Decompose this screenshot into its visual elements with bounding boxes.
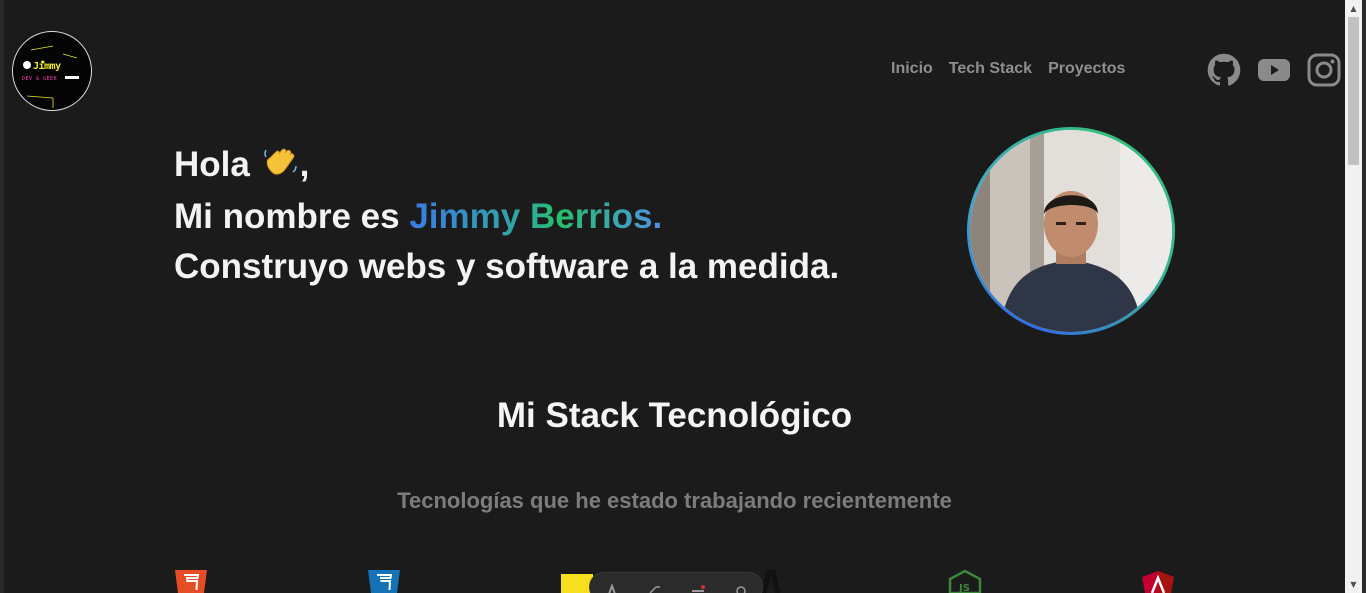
toolbar-audit-icon[interactable]: [691, 579, 705, 592]
page: Jimmy DEV & GEEK Inicio Tech Stack Proye…: [4, 0, 1345, 593]
instagram-icon[interactable]: [1307, 53, 1341, 91]
github-icon[interactable]: [1207, 53, 1241, 91]
scrollbar-thumb[interactable]: [1348, 17, 1359, 165]
youtube-icon[interactable]: [1257, 57, 1291, 87]
scroll-up-arrow-icon[interactable]: ▲: [1345, 0, 1362, 17]
nodejs-icon: JS: [948, 569, 982, 593]
greeting-line: Hola ,: [174, 140, 839, 192]
profile-photo: [970, 130, 1172, 332]
intro-prefix: Mi nombre es: [174, 197, 400, 236]
angular-icon: [1141, 570, 1175, 593]
tagline: Construyo webs y software a la medida.: [174, 247, 840, 286]
scroll-down-arrow-icon[interactable]: ▼: [1345, 576, 1362, 593]
window-frame-right: [1362, 0, 1366, 593]
logo-subtext: DEV & GEEK: [22, 76, 58, 82]
social-links: [1207, 53, 1341, 91]
css3-icon: [368, 570, 400, 593]
greeting-suffix: ,: [299, 145, 310, 184]
author-name: Jimmy Berrios.: [409, 197, 663, 236]
waving-hand-icon: [260, 142, 300, 192]
toolbar-astro-icon[interactable]: [605, 579, 619, 593]
site-logo[interactable]: Jimmy DEV & GEEK: [12, 31, 92, 111]
intro-line: Mi nombre es Jimmy Berrios.: [174, 192, 839, 242]
javascript-icon: [561, 570, 593, 593]
main-nav: Inicio Tech Stack Proyectos: [891, 60, 1125, 78]
profile-photo-frame: [967, 127, 1175, 335]
floating-toolbar[interactable]: [589, 572, 763, 593]
nav-link-inicio[interactable]: Inicio: [891, 60, 933, 78]
vertical-scrollbar[interactable]: ▲ ▼: [1345, 0, 1362, 593]
stack-section-subtitle: Tecnologías que he estado trabajando rec…: [397, 488, 952, 513]
nav-link-proyectos[interactable]: Proyectos: [1048, 60, 1125, 78]
greeting-text: Hola: [174, 145, 250, 184]
hero: Hola , Mi nombre es Jimmy Berrios. Const…: [174, 140, 839, 292]
html5-icon: [175, 570, 207, 593]
toolbar-inspect-icon[interactable]: [648, 579, 662, 593]
stack-section-title: Mi Stack Tecnológico: [496, 396, 853, 435]
nav-link-tech-stack[interactable]: Tech Stack: [949, 60, 1032, 78]
svg-text:JS: JS: [958, 583, 970, 593]
logo-text: Jimmy: [33, 61, 61, 72]
toolbar-settings-icon[interactable]: [734, 579, 748, 593]
